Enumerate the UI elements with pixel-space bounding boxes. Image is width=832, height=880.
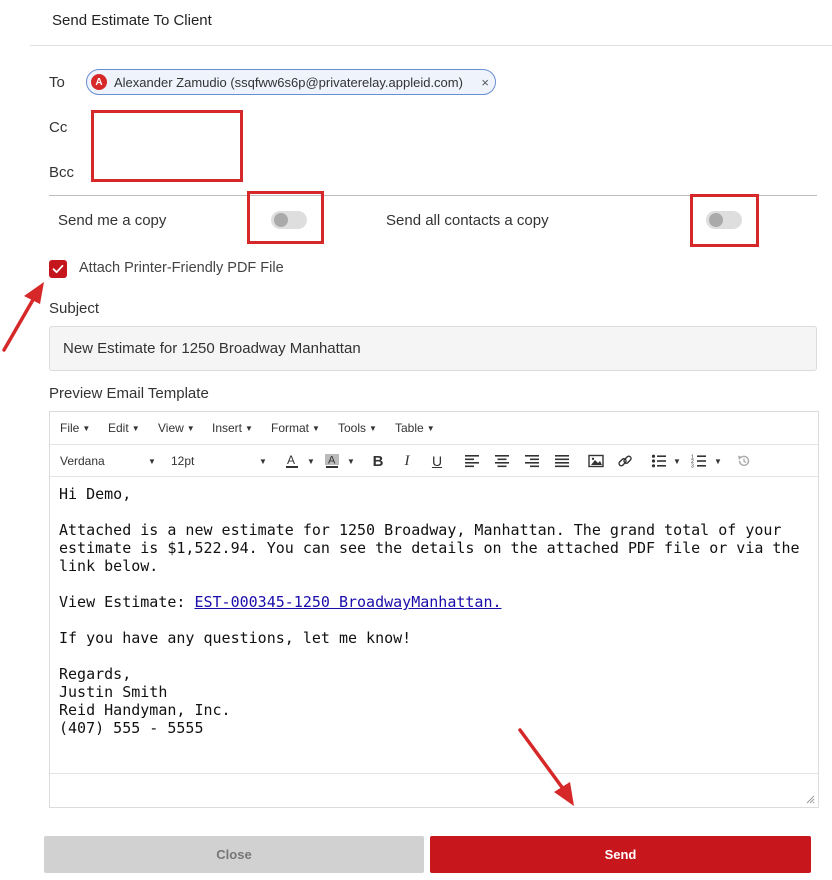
menu-file[interactable]: File ▼ [60,421,90,435]
menu-edit[interactable]: Edit ▼ [108,421,140,435]
text-color-caret-icon[interactable]: ▼ [307,453,315,469]
email-signature-phone: (407) 555 - 5555 [59,719,204,737]
font-family-caret-icon[interactable]: ▼ [148,453,156,469]
caret-down-icon: ▼ [186,424,195,433]
insert-image-icon[interactable] [588,453,604,469]
font-family-select[interactable]: Verdana [60,453,105,469]
bold-icon[interactable]: B [370,453,386,470]
annotation-arrow-icon [2,282,44,352]
numbered-list-caret-icon[interactable]: ▼ [714,453,722,469]
send-button[interactable]: Send [430,836,811,873]
remove-recipient-icon[interactable]: × [481,75,489,90]
resize-handle-icon[interactable] [806,795,815,804]
svg-text:3: 3 [691,464,694,469]
menu-insert[interactable]: Insert ▼ [212,421,253,435]
annotation-arrow-icon [518,728,574,806]
insert-link-icon[interactable] [617,453,633,469]
svg-text:A: A [287,453,295,467]
font-size-select[interactable]: 12pt [171,453,194,469]
menu-view[interactable]: View ▼ [158,421,195,435]
recipient-avatar: A [91,74,107,90]
italic-icon[interactable]: I [399,453,415,469]
attach-pdf-label: Attach Printer-Friendly PDF File [79,260,284,276]
align-center-icon[interactable] [494,453,510,469]
numbered-list-icon[interactable]: 123 [691,453,707,469]
send-me-copy-label: Send me a copy [58,212,167,229]
underline-icon[interactable]: U [429,453,445,469]
caret-down-icon: ▼ [82,424,91,433]
email-body[interactable]: Hi Demo, Attached is a new estimate for … [59,485,804,737]
annotation-box-send-me-copy [247,191,324,244]
dialog-title: Send Estimate To Client [52,12,212,29]
annotation-box-send-all-contacts [690,194,759,247]
email-paragraph: Attached is a new estimate for 1250 Broa… [59,521,800,575]
align-justify-icon[interactable] [554,453,570,469]
estimate-link[interactable]: EST-000345-1250 BroadwayManhattan. [194,593,501,611]
editor-menubar: File ▼ Edit ▼ View ▼ Insert ▼ Format ▼ Tools ▼… [50,412,818,445]
background-color-caret-icon[interactable]: ▼ [347,453,355,469]
attach-pdf-checkbox[interactable] [49,260,67,278]
send-all-contacts-label: Send all contacts a copy [386,212,549,229]
font-size-caret-icon[interactable]: ▼ [259,453,267,469]
email-view-estimate: View Estimate: EST-000345-1250 BroadwayM… [59,593,502,611]
editor-statusbar [50,773,818,807]
bcc-label: Bcc [49,164,75,181]
email-template-editor: File ▼ Edit ▼ View ▼ Insert ▼ Format ▼ Tools ▼… [49,411,819,808]
template-label: Preview Email Template [49,385,209,402]
bullet-list-caret-icon[interactable]: ▼ [673,453,681,469]
caret-down-icon: ▼ [131,424,140,433]
menu-tools[interactable]: Tools ▼ [338,421,377,435]
cc-label: Cc [49,119,68,136]
align-left-icon[interactable] [464,453,480,469]
email-signature-name: Justin Smith [59,683,168,701]
caret-down-icon: ▼ [369,424,377,433]
to-label: To [49,74,65,91]
restore-draft-icon[interactable] [736,453,752,469]
menu-table[interactable]: Table ▼ [395,421,435,435]
caret-down-icon: ▼ [312,424,320,433]
editor-toolbar: Verdana ▼ 12pt ▼ A ▼ A ▼ B I U ▼ 1 2 3 ▼ [50,445,818,477]
close-button[interactable]: Close [44,836,424,873]
svg-text:A: A [328,455,336,467]
subject-input[interactable]: New Estimate for 1250 Broadway Manhattan [49,326,817,371]
text-color-icon[interactable]: A [284,453,300,469]
caret-down-icon: ▼ [245,424,253,433]
checkmark-icon [52,264,64,274]
annotation-box-cc-bcc [91,110,243,182]
subject-label: Subject [49,300,100,317]
bullet-list-icon[interactable] [651,453,667,469]
email-sign-off: Regards, [59,665,132,683]
menu-format[interactable]: Format ▼ [271,421,320,435]
email-signature-company: Reid Handyman, Inc. [59,701,231,719]
email-greeting: Hi Demo, [59,485,132,503]
caret-down-icon: ▼ [426,424,435,433]
recipient-chip[interactable]: A Alexander Zamudio (ssqfww6s6p@privater… [86,69,496,95]
align-right-icon[interactable] [524,453,540,469]
header-divider [30,45,832,46]
recipient-chip-text: Alexander Zamudio (ssqfww6s6p@privaterel… [114,74,463,90]
background-color-icon[interactable]: A [324,453,340,469]
email-questions: If you have any questions, let me know! [59,629,412,647]
